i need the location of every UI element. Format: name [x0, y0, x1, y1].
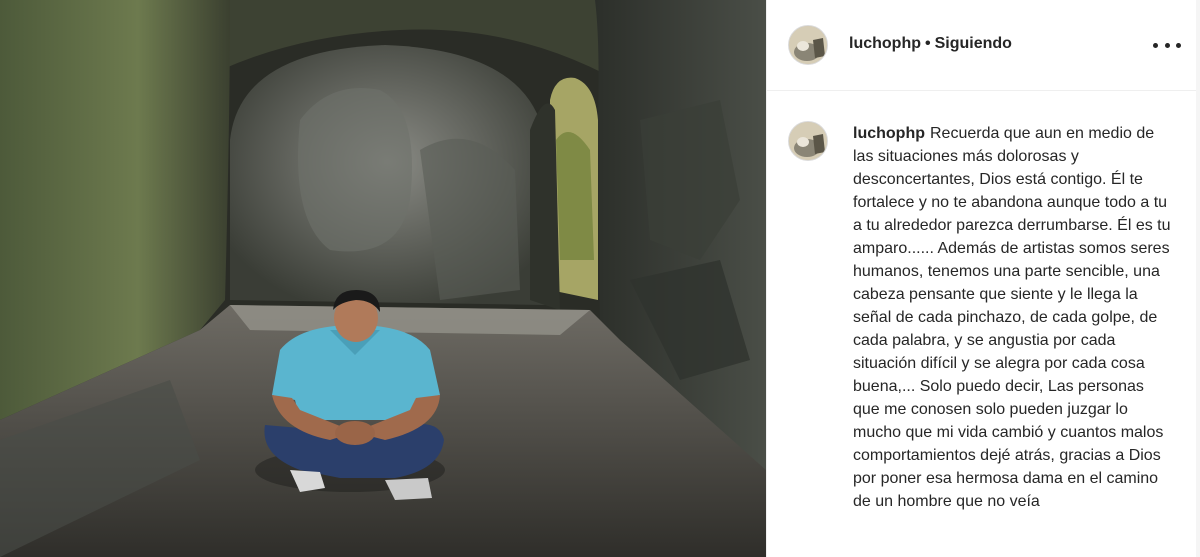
- username-link[interactable]: luchophp: [849, 35, 921, 52]
- post-header: luchophp • Siguiendo: [767, 0, 1197, 91]
- post-sidebar: luchophp • Siguiendo luchophp Recuerda que …: [766, 0, 1198, 557]
- right-edge: [1196, 0, 1200, 557]
- instagram-post: luchophp • Siguiendo luchophp Recuerda que …: [0, 0, 1200, 557]
- follow-button[interactable]: Siguiendo: [935, 35, 1012, 52]
- caption-text: luchophp Recuerda que aun en medio de las…: [853, 122, 1173, 513]
- dot-icon: [1153, 42, 1158, 48]
- separator-dot: •: [924, 35, 931, 52]
- profile-picture: [789, 122, 827, 160]
- dot-icon: [1164, 42, 1170, 48]
- caption-body: Recuerda que aun en medio de las situaci…: [853, 125, 1171, 510]
- caption-comment: luchophp Recuerda que aun en medio de las…: [767, 118, 1197, 557]
- avatar[interactable]: [788, 25, 828, 65]
- more-options-icon[interactable]: [1153, 33, 1181, 57]
- profile-picture: [789, 26, 827, 64]
- avatar[interactable]: [788, 121, 828, 161]
- caption-username-link[interactable]: luchophp: [853, 125, 925, 142]
- post-photo[interactable]: [0, 0, 766, 557]
- tunnel-photo-image: [0, 0, 766, 557]
- header-user-line: luchophp • Siguiendo: [849, 35, 1012, 53]
- dot-icon: [1176, 42, 1181, 48]
